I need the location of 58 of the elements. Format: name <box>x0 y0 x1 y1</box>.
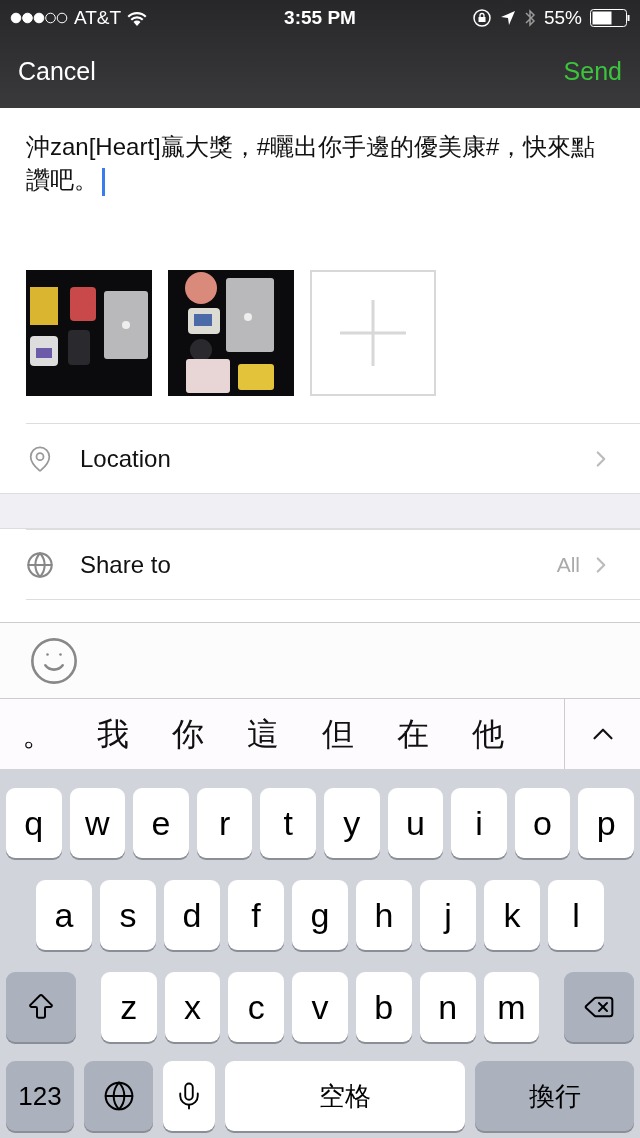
row-label: Share to <box>80 549 172 580</box>
key[interactable]: v <box>292 972 348 1042</box>
globe-icon <box>102 1080 135 1112</box>
microphone-key[interactable] <box>163 1061 215 1131</box>
key[interactable]: g <box>292 880 348 950</box>
return-key[interactable]: 換行 <box>475 1061 634 1131</box>
key[interactable]: n <box>419 972 476 1042</box>
candidate-word[interactable]: 但 <box>300 710 375 758</box>
globe-key[interactable] <box>84 1061 153 1131</box>
candidate-word[interactable]: 你 <box>150 710 225 758</box>
key[interactable]: t <box>260 788 316 858</box>
key[interactable]: i <box>451 788 507 858</box>
post-text[interactable]: 沖zan[Heart]贏大獎，#曬出你手邊的優美康#，快來點讚吧。 <box>26 130 598 196</box>
signal-icon <box>10 12 68 24</box>
candidate-word[interactable]: 他 <box>450 710 525 758</box>
key[interactable]: s <box>100 880 156 950</box>
key[interactable]: u <box>387 788 444 858</box>
key[interactable]: h <box>356 880 412 950</box>
key[interactable]: y <box>323 788 380 858</box>
globe-icon <box>26 550 54 579</box>
candidate-word[interactable]: 我 <box>75 710 150 758</box>
row-label: Location <box>80 443 172 474</box>
space-bar[interactable]: 空格 <box>225 1061 465 1131</box>
key[interactable]: r <box>196 788 253 858</box>
wifi-icon <box>127 10 148 26</box>
key[interactable]: e <box>133 788 189 858</box>
candidate-word[interactable]: 這 <box>225 710 300 758</box>
key[interactable]: a <box>36 880 92 950</box>
key[interactable]: x <box>164 972 221 1042</box>
row-value: All <box>556 551 580 578</box>
key[interactable]: q <box>6 788 62 858</box>
key[interactable]: c <box>228 972 285 1042</box>
rotation-lock-icon <box>471 8 492 28</box>
battery-percent: 55% <box>543 5 582 30</box>
plus-icon <box>340 300 406 366</box>
status-time: 3:55 PM <box>284 5 356 30</box>
battery-icon <box>590 9 630 27</box>
candidate-word[interactable]: 在 <box>375 710 450 758</box>
numbers-key[interactable]: 123 <box>6 1061 74 1131</box>
send-button[interactable]: Send <box>563 53 622 91</box>
location-arrow-icon <box>499 10 516 26</box>
bluetooth-icon <box>523 8 536 28</box>
carrier-name: AT&T <box>74 5 122 30</box>
key[interactable]: o <box>514 788 571 858</box>
shift-key[interactable] <box>6 972 76 1042</box>
key[interactable]: l <box>548 880 604 950</box>
key[interactable]: f <box>228 880 284 950</box>
key[interactable]: b <box>355 972 412 1042</box>
cancel-button[interactable]: Cancel <box>18 53 96 91</box>
key[interactable]: k <box>484 880 540 950</box>
key[interactable]: j <box>420 880 476 950</box>
key[interactable]: d <box>164 880 220 950</box>
key[interactable]: z <box>100 972 157 1042</box>
candidate-word[interactable]: 。 <box>0 710 75 758</box>
key[interactable]: p <box>578 788 634 858</box>
key[interactable]: m <box>483 972 540 1042</box>
delete-key[interactable] <box>564 972 635 1042</box>
key[interactable]: w <box>69 788 126 858</box>
